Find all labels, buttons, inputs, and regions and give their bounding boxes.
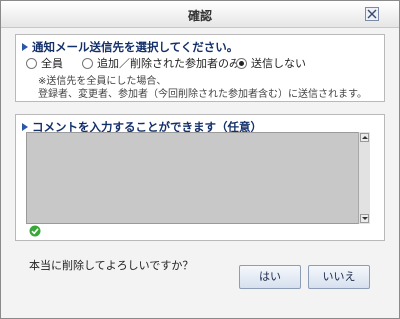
notify-note-line2: 登録者、変更者、参加者（今回削除された参加者含む）に送信されます。	[38, 89, 367, 100]
radio-label-none: 送信しない	[251, 57, 306, 70]
radio-label-all: 全員	[41, 57, 63, 70]
bullet-triangle-icon	[22, 42, 28, 51]
radio-option-all[interactable]: 全員	[26, 55, 63, 71]
bullet-triangle-icon	[22, 122, 28, 131]
yes-button[interactable]: はい	[239, 265, 301, 289]
comment-scrollbar[interactable]	[358, 132, 370, 224]
radio-option-changed-only[interactable]: 追加／削除された参加者のみ	[82, 55, 240, 71]
comment-textarea[interactable]	[26, 132, 370, 224]
no-button[interactable]: いいえ	[308, 265, 370, 289]
confirm-question: 本当に削除してよろしいですか？	[29, 259, 194, 272]
dialog-titlebar: 確認	[1, 1, 399, 28]
notify-heading-text: 通知メール送信先を選択してください。	[32, 40, 239, 54]
radio-label-changed-only: 追加／削除された参加者のみ	[97, 57, 240, 70]
radio-button-none[interactable]	[236, 57, 247, 69]
check-circle-icon	[29, 225, 41, 237]
radio-button-changed-only[interactable]	[82, 57, 93, 69]
notify-heading: 通知メール送信先を選択してください。	[22, 39, 238, 55]
scroll-down-icon[interactable]	[360, 214, 369, 223]
radio-button-all[interactable]	[26, 57, 37, 69]
radio-option-none[interactable]: 送信しない	[236, 55, 306, 71]
close-icon	[367, 9, 377, 19]
close-button[interactable]	[365, 7, 379, 21]
scroll-up-icon[interactable]	[360, 133, 369, 142]
confirm-dialog: 確認 通知メール送信先を選択してください。 全員 追加／削除された参加者のみ 送…	[0, 0, 400, 319]
dialog-title: 確認	[187, 9, 212, 23]
comment-panel: コメントを入力することができます（任意）	[15, 114, 385, 241]
notify-panel: 通知メール送信先を選択してください。 全員 追加／削除された参加者のみ 送信しな…	[15, 34, 385, 102]
